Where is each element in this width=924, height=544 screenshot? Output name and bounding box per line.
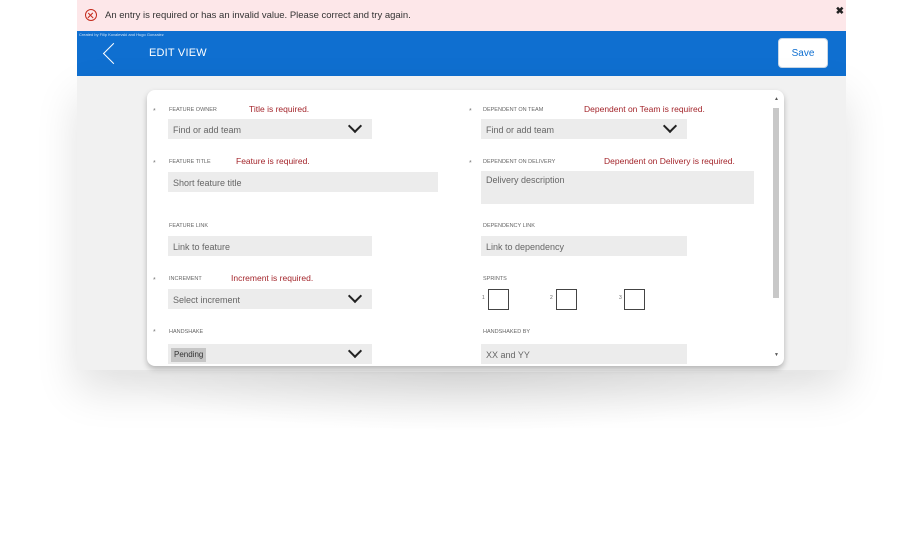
handshaked-by-label: HANDSHAKED BY [483, 329, 531, 335]
increment-combobox[interactable]: Select increment [168, 289, 372, 309]
sprints-label: SPRINTS [483, 276, 507, 282]
save-button[interactable]: Save [778, 38, 828, 68]
error-message: An entry is required or has an invalid v… [105, 10, 411, 21]
increment-label: INCREMENT [169, 276, 202, 282]
dependency-link-label: DEPENDENCY LINK [483, 223, 535, 229]
sprint-checkbox-3[interactable] [624, 289, 645, 310]
chevron-down-icon[interactable] [662, 119, 678, 134]
feature-owner-label: FEATURE OWNER [169, 107, 217, 113]
dependent-on-team-placeholder: Find or add team [486, 125, 555, 135]
delivery-description-textarea[interactable]: Delivery description [481, 171, 754, 204]
dependency-link-input[interactable]: Link to dependency [481, 236, 687, 256]
handshake-combobox[interactable]: Pending [168, 344, 372, 364]
sprint-checkbox-2[interactable] [556, 289, 577, 310]
feature-title-label: FEATURE TITLE [169, 159, 211, 165]
scroll-up-icon[interactable]: ▲ [774, 96, 779, 102]
back-button[interactable] [99, 41, 119, 67]
dependent-on-team-error: Dependent on Team is required. [584, 104, 705, 114]
floor-shadow [95, 372, 830, 432]
page-title: EDIT VIEW [149, 47, 207, 59]
error-banner: An entry is required or has an invalid v… [77, 0, 846, 31]
sprint-checkbox-1[interactable] [488, 289, 509, 310]
feature-link-input[interactable]: Link to feature [168, 236, 372, 256]
app-header: Created by Filip Kovalevski and Hugo Gon… [77, 31, 846, 76]
required-mark: * [469, 108, 472, 115]
scroll-down-icon[interactable]: ▼ [774, 352, 779, 358]
required-mark: * [153, 160, 156, 167]
credit-text: Created by Filip Kovalevski and Hugo Gon… [79, 32, 164, 37]
vertical-scrollbar[interactable]: ▲ ▼ [772, 96, 780, 358]
handshaked-by-input[interactable]: XX and YY [481, 344, 687, 364]
close-icon[interactable]: ✖ [836, 6, 844, 17]
increment-error: Increment is required. [231, 273, 314, 283]
dependency-link-placeholder: Link to dependency [486, 242, 565, 252]
increment-placeholder: Select increment [173, 295, 241, 305]
sprint-label: 1 [482, 295, 485, 301]
scroll-thumb[interactable] [773, 108, 779, 298]
feature-owner-error: Title is required. [249, 104, 310, 114]
chevron-down-icon[interactable] [347, 344, 363, 359]
handshaked-by-placeholder: XX and YY [486, 350, 530, 360]
chevron-down-icon[interactable] [347, 289, 363, 304]
dependent-on-delivery-label: DEPENDENT ON DELIVERY [483, 159, 556, 165]
required-mark: * [469, 160, 472, 167]
form-card: * FEATURE OWNER Title is required. Find … [147, 90, 784, 366]
delivery-description-placeholder: Delivery description [486, 175, 565, 185]
chevron-down-icon[interactable] [347, 119, 363, 134]
feature-title-input[interactable]: Short feature title [168, 172, 438, 192]
handshake-status-pill: Pending [171, 348, 207, 362]
dependent-on-delivery-error: Dependent on Delivery is required. [604, 156, 735, 166]
error-circle-icon [85, 9, 97, 21]
sprint-label: 2 [550, 295, 553, 301]
dependent-on-team-combobox[interactable]: Find or add team [481, 119, 687, 139]
feature-link-label: FEATURE LINK [169, 223, 209, 229]
sprint-label: 3 [619, 295, 622, 301]
required-mark: * [153, 329, 156, 336]
feature-title-error: Feature is required. [236, 156, 310, 166]
handshake-label: HANDSHAKE [169, 329, 204, 335]
dependent-on-team-label: DEPENDENT ON TEAM [483, 107, 544, 113]
required-mark: * [153, 277, 156, 284]
body-area: * FEATURE OWNER Title is required. Find … [77, 76, 846, 370]
feature-owner-combobox[interactable]: Find or add team [168, 119, 372, 139]
feature-link-placeholder: Link to feature [173, 242, 231, 252]
app-stage: An entry is required or has an invalid v… [0, 0, 924, 544]
feature-title-placeholder: Short feature title [173, 178, 242, 188]
feature-owner-placeholder: Find or add team [173, 125, 242, 135]
required-mark: * [153, 108, 156, 115]
